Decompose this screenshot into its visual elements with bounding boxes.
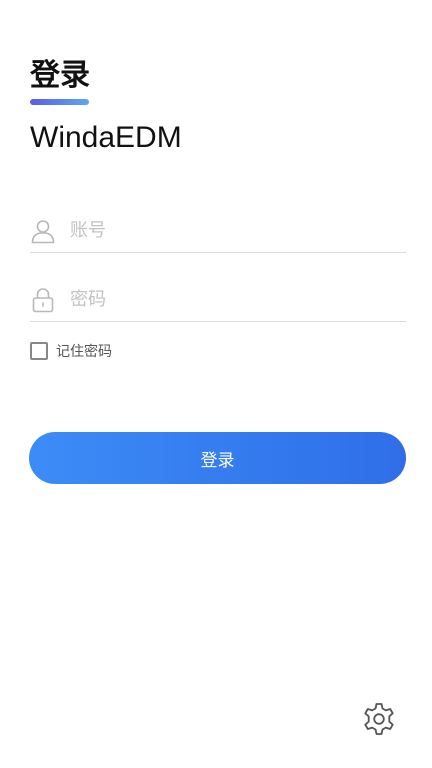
remember-label: 记住密码	[56, 344, 112, 360]
login-button[interactable]: 登录	[29, 432, 406, 484]
password-input[interactable]	[70, 283, 400, 315]
account-field[interactable]	[30, 208, 406, 253]
page-title: 登录	[30, 58, 90, 93]
remember-checkbox[interactable]	[30, 342, 48, 360]
remember-password[interactable]: 记住密码	[30, 340, 112, 362]
password-field[interactable]	[30, 277, 406, 322]
title-underline	[30, 99, 89, 105]
user-icon	[30, 218, 56, 244]
lock-icon	[30, 287, 56, 313]
gear-icon[interactable]	[361, 701, 397, 737]
account-input[interactable]	[70, 214, 400, 246]
app-name: WindaEDM	[30, 121, 182, 154]
